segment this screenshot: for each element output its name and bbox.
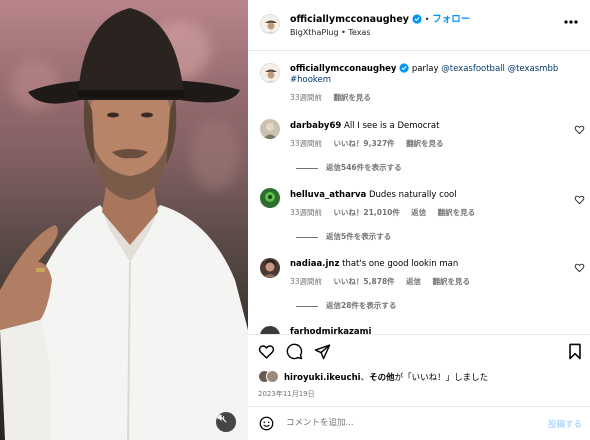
replies-line (296, 236, 318, 238)
comment-reply-button[interactable]: 返信 (411, 208, 426, 217)
comment-text: All I see is a Democrat (344, 121, 440, 131)
comment-bubble-icon[interactable] (286, 343, 303, 360)
comment-meta: 33週間前 いいね！5,878件 返信 翻訳を見る (290, 276, 479, 287)
caption-mentions[interactable]: @texasfootball @texasmbb (441, 64, 558, 74)
comment-body: nadiaa.jnz that's one good lookin man (290, 259, 458, 269)
header-subtitle[interactable]: BigXthaPlug • Texas (290, 28, 371, 37)
man-in-cowboy-hat-illustration (0, 8, 248, 440)
header-title-row: officiallymcconaughey • フォロー (290, 11, 470, 25)
comment-reply-button[interactable]: 返信 (406, 277, 421, 286)
partial-comment: farhodmirkazami (248, 322, 590, 334)
likes-suffix: が「いいね！」しました (394, 373, 489, 383)
replies-label: 返信28件を表示する (326, 301, 397, 310)
save-bookmark-icon[interactable] (567, 343, 583, 360)
input-divider (248, 406, 590, 407)
mute-button[interactable] (216, 412, 236, 432)
author-avatar[interactable] (260, 14, 280, 34)
avatar-image (260, 188, 280, 208)
verified-badge-icon (412, 14, 422, 24)
comment-avatar[interactable] (260, 258, 280, 278)
avatar-image (260, 258, 280, 278)
verified-badge-icon (399, 63, 409, 73)
more-options-icon[interactable] (564, 20, 578, 24)
view-replies-button[interactable]: 返信28件を表示する (296, 300, 396, 311)
comment-username[interactable]: farhodmirkazami (290, 327, 371, 334)
add-comment-input[interactable] (286, 418, 516, 428)
view-replies-button[interactable]: 返信5件を表示する (296, 231, 391, 242)
likes-mid: 、 (360, 373, 370, 383)
caption-meta: 33週間前 翻訳を見る (290, 92, 380, 103)
comment-like-heart-icon[interactable] (574, 262, 585, 273)
comment-likes[interactable]: いいね！9,327件 (333, 139, 394, 148)
comment-body: darbaby69 All I see is a Democrat (290, 121, 439, 131)
replies-label: 返信546件を表示する (326, 163, 402, 172)
comment-username[interactable]: darbaby69 (290, 121, 341, 131)
comment-text: that's one good lookin man (342, 259, 459, 269)
comment-avatar[interactable] (260, 326, 280, 334)
post-date[interactable]: 2023年11月19日 (258, 389, 315, 399)
replies-line (296, 305, 318, 307)
liker-avatar (266, 370, 279, 383)
caption-avatar[interactable] (260, 63, 280, 83)
comment-username[interactable]: helluva_atharva (290, 190, 366, 200)
liked-by-text: hiroyuki.ikeuchi、その他が「いいね！」しました (284, 371, 488, 383)
comment-avatar[interactable] (260, 188, 280, 208)
header-divider (248, 50, 590, 51)
muted-speaker-icon (216, 412, 227, 423)
comment-username[interactable]: nadiaa.jnz (290, 259, 339, 269)
likes-others-link[interactable]: その他 (369, 373, 395, 383)
comment-translate[interactable]: 翻訳を見る (432, 277, 470, 286)
header-username[interactable]: officiallymcconaughey (290, 14, 409, 25)
follow-button[interactable]: フォロー (432, 14, 470, 25)
comment-like-heart-icon[interactable] (574, 124, 585, 135)
replies-line (296, 167, 318, 169)
comment-meta: 33週間前 いいね！21,010件 返信 翻訳を見る (290, 207, 484, 218)
comment-likes[interactable]: いいね！5,878件 (333, 277, 394, 286)
share-paper-plane-icon[interactable] (314, 343, 331, 360)
comment-time[interactable]: 33週間前 (290, 277, 322, 286)
avatar-image (260, 119, 280, 139)
caption-time[interactable]: 33週間前 (290, 93, 322, 102)
actions-divider (248, 334, 590, 335)
caption-line: officiallymcconaughey parlay @texasfootb… (290, 63, 558, 74)
caption-translate[interactable]: 翻訳を見る (333, 93, 371, 102)
like-heart-icon[interactable] (258, 343, 275, 360)
comment-likes[interactable]: いいね！21,010件 (333, 208, 399, 217)
caption-hashtag[interactable]: #hookem (290, 75, 331, 85)
replies-label: 返信5件を表示する (326, 232, 392, 241)
comment-time[interactable]: 33週間前 (290, 208, 322, 217)
comment-time[interactable]: 33週間前 (290, 139, 322, 148)
emoji-smiley-icon[interactable] (259, 416, 274, 431)
post-comment-button[interactable]: 投稿する (548, 418, 582, 430)
comment-meta: 33週間前 いいね！9,327件 翻訳を見る (290, 138, 453, 149)
avatar-image (261, 15, 279, 33)
comment-translate[interactable]: 翻訳を見る (438, 208, 476, 217)
comment-text: Dudes naturally cool (368, 190, 457, 200)
comment-body: helluva_atharva Dudes naturally cool (290, 190, 457, 200)
comment-translate[interactable]: 翻訳を見る (406, 139, 444, 148)
liked-by-avatars[interactable] (258, 370, 280, 384)
caption-text: parlay (411, 64, 439, 74)
caption-username[interactable]: officiallymcconaughey (290, 64, 396, 74)
comment-avatar[interactable] (260, 119, 280, 139)
view-replies-button[interactable]: 返信546件を表示する (296, 162, 402, 173)
comment-like-heart-icon[interactable] (574, 194, 585, 205)
liker-username[interactable]: hiroyuki.ikeuchi (284, 373, 361, 383)
post-photo[interactable] (0, 0, 248, 440)
header-separator: • (424, 15, 430, 24)
